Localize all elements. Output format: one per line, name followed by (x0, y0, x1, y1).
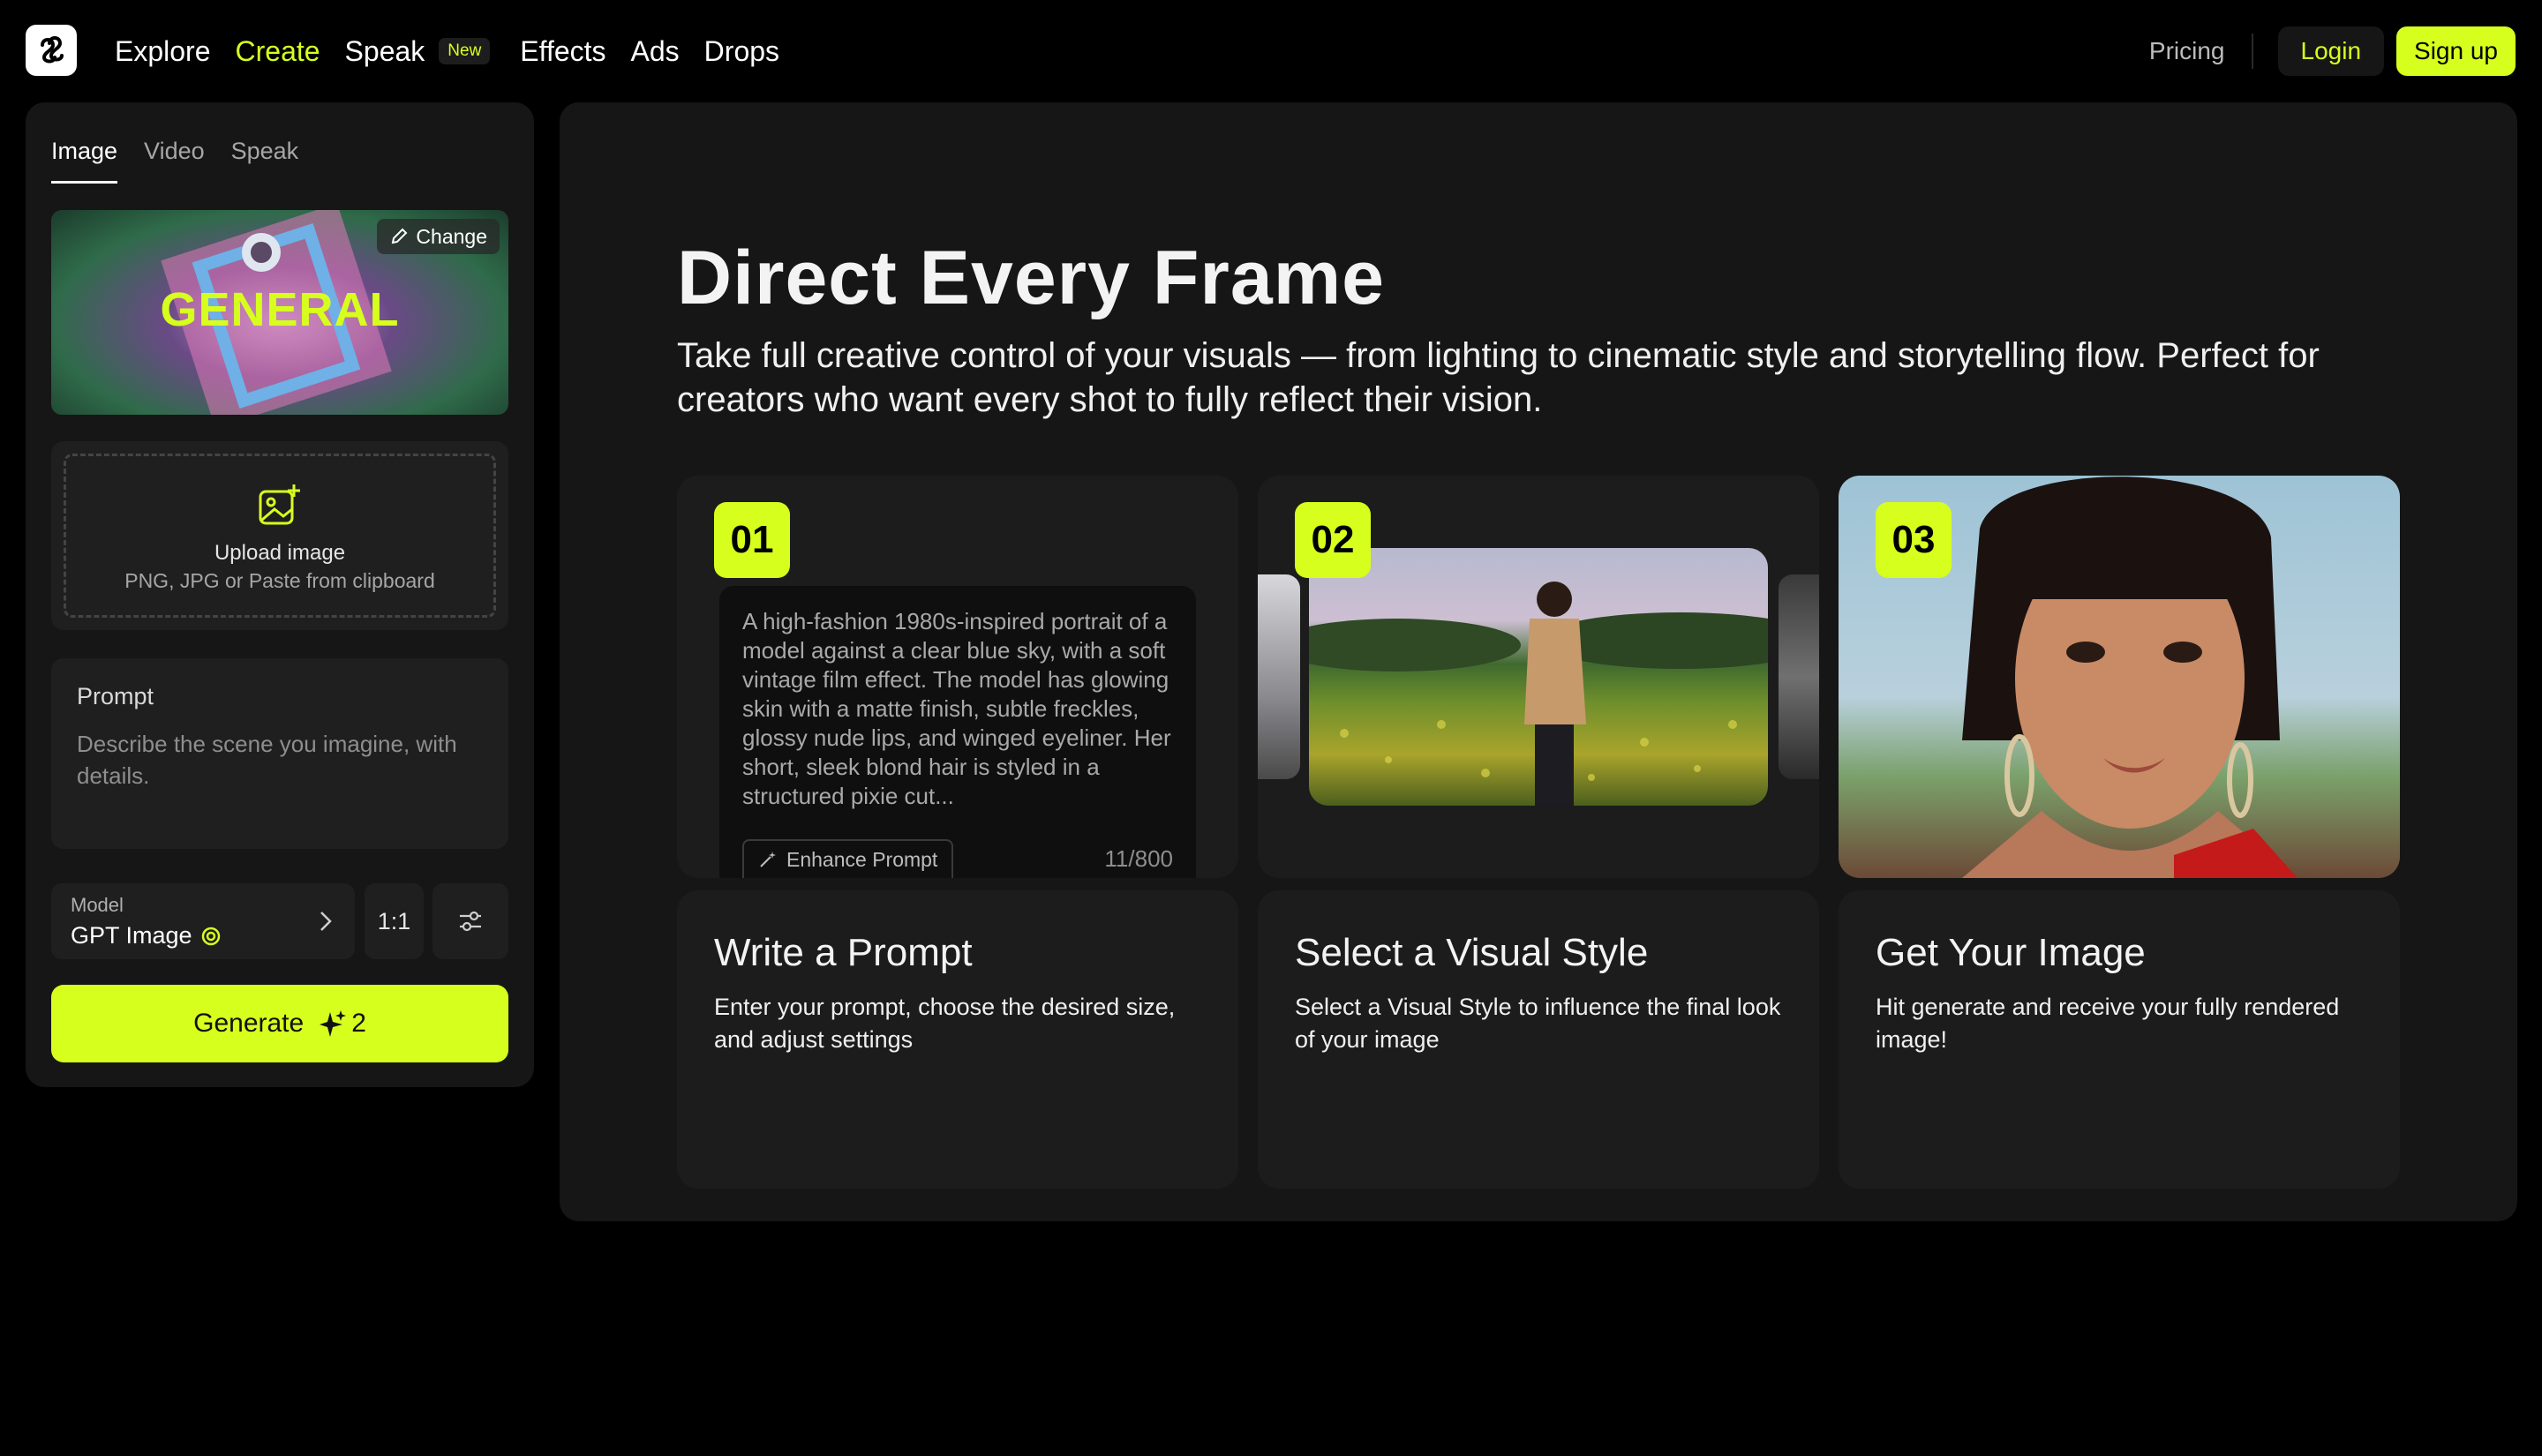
enhance-label: Enhance Prompt (786, 848, 937, 872)
style-example-image (1309, 548, 1768, 806)
tab-image[interactable]: Image (51, 138, 117, 184)
main-content: Direct Every Frame Take full creative co… (560, 102, 2517, 1221)
nav-explore[interactable]: Explore (115, 35, 211, 68)
upload-subtitle: PNG, JPG or Paste from clipboard (66, 569, 493, 593)
generate-label: Generate (193, 1009, 304, 1039)
mode-tabs: Image Video Speak (51, 138, 325, 184)
style-preset-thumbnail[interactable]: GENERAL Change (51, 210, 508, 415)
step-title: Write a Prompt (714, 931, 1201, 975)
pencil-icon (389, 227, 409, 246)
step-title: Select a Visual Style (1295, 931, 1782, 975)
settings-button[interactable] (432, 883, 508, 959)
step-title: Get Your Image (1876, 931, 2363, 975)
new-badge: New (439, 38, 490, 64)
upload-image-dropzone[interactable]: Upload image PNG, JPG or Paste from clip… (51, 441, 508, 630)
generate-cost: 2 (351, 1009, 366, 1039)
tab-video[interactable]: Video (144, 138, 205, 184)
nav-speak[interactable]: Speak (345, 35, 425, 68)
nav-divider (2252, 34, 2253, 69)
hero-subtitle: Take full creative control of your visua… (677, 334, 2398, 422)
step-3-card: Get Your Image Hit generate and receive … (1839, 890, 2400, 1189)
upload-title: Upload image (66, 541, 493, 566)
step-1-card: Write a Prompt Enter your prompt, choose… (677, 890, 1238, 1189)
step-3-visual: 03 (1839, 476, 2400, 878)
sliders-icon (456, 907, 485, 935)
step-number-badge: 02 (1295, 502, 1371, 578)
nav-create[interactable]: Create (236, 35, 320, 68)
model-selector[interactable]: Model GPT Image (51, 883, 355, 959)
step-number-badge: 01 (714, 502, 790, 578)
aspect-ratio-button[interactable]: 1:1 (365, 883, 424, 959)
demo-prompt-text: A high-fashion 1980s-inspired portrait o… (742, 607, 1173, 811)
create-panel: Image Video Speak GENERAL Change (26, 102, 534, 1087)
sparkle-icon (318, 1009, 348, 1039)
style-thumbnail-right (1779, 574, 1819, 779)
nav-effects[interactable]: Effects (520, 35, 605, 68)
prompt-label: Prompt (77, 683, 483, 710)
field-scene (1309, 548, 1768, 806)
openai-icon (199, 925, 222, 948)
nav-ads[interactable]: Ads (631, 35, 680, 68)
signup-button[interactable]: Sign up (2396, 26, 2516, 76)
add-image-icon (257, 483, 303, 529)
step-2-visual: 02 (1258, 476, 1819, 878)
nav-drops[interactable]: Drops (704, 35, 779, 68)
enhance-prompt-button[interactable]: Enhance Prompt (742, 839, 953, 878)
prompt-input[interactable]: Describe the scene you imagine, with det… (77, 728, 483, 792)
prompt-box[interactable]: Prompt Describe the scene you imagine, w… (51, 658, 508, 849)
change-preset-button[interactable]: Change (377, 219, 500, 254)
preset-name: GENERAL (51, 282, 508, 337)
magic-wand-icon (758, 850, 778, 869)
step-number-badge: 03 (1876, 502, 1952, 578)
style-thumbnail-left (1258, 574, 1300, 779)
step-1-visual: 01 A high-fashion 1980s-inspired portrai… (677, 476, 1238, 878)
step-description: Enter your prompt, choose the desired si… (714, 991, 1201, 1056)
logo-icon (34, 33, 69, 68)
step-description: Select a Visual Style to influence the f… (1295, 991, 1782, 1056)
login-button[interactable]: Login (2278, 26, 2385, 76)
model-label: Model (71, 894, 335, 917)
model-name: GPT Image (71, 922, 192, 949)
chevron-right-icon (314, 908, 335, 934)
change-label: Change (416, 225, 487, 249)
pricing-link[interactable]: Pricing (2149, 37, 2225, 65)
step-2-card: Select a Visual Style Select a Visual St… (1258, 890, 1819, 1189)
brand-logo[interactable] (26, 25, 77, 76)
hero-title: Direct Every Frame (677, 235, 1385, 322)
character-count: 11/800 (1104, 845, 1173, 873)
demo-prompt-box: A high-fashion 1980s-inspired portrait o… (719, 586, 1196, 878)
tab-speak[interactable]: Speak (231, 138, 299, 184)
top-navigation: Explore Create Speak New Effects Ads Dro… (0, 0, 2542, 102)
step-description: Hit generate and receive your fully rend… (1876, 991, 2363, 1056)
generate-button[interactable]: Generate 2 (51, 985, 508, 1062)
